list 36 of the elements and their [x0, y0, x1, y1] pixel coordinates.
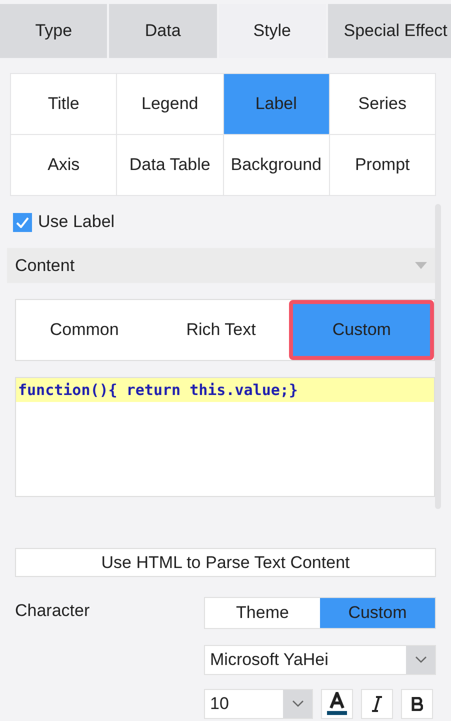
bold-icon — [411, 697, 423, 711]
font-color-icon — [326, 692, 348, 716]
tab[interactable]: Data — [109, 4, 216, 58]
bold-button[interactable] — [401, 689, 433, 719]
caret-icon — [415, 262, 427, 269]
tab[interactable]: Special Effect — [328, 4, 451, 58]
size-select[interactable]: 10 — [204, 689, 313, 719]
check-icon — [16, 216, 29, 228]
style-option[interactable]: Title — [11, 74, 116, 134]
checkbox[interactable] — [13, 212, 32, 232]
chevron-down-icon — [292, 700, 304, 708]
tab[interactable]: Type — [0, 4, 108, 58]
field-label: Character — [15, 600, 91, 622]
character-mode-option[interactable]: Custom — [320, 598, 435, 628]
content-mode-option[interactable]: Custom — [289, 300, 434, 360]
code-line: function(){ return this.value;} — [18, 380, 298, 401]
size-value: 10 — [209, 693, 230, 715]
checkbox-label: Use Label — [38, 211, 115, 234]
scrollbar[interactable] — [435, 204, 441, 509]
italic-icon — [372, 696, 382, 712]
font-select[interactable]: Microsoft YaHei — [204, 645, 436, 675]
style-option[interactable]: Background — [224, 135, 329, 195]
style-option[interactable]: Prompt — [330, 135, 435, 195]
style-option[interactable]: Legend — [117, 74, 222, 134]
content-section-header[interactable]: Content — [7, 248, 435, 283]
section-title: Content — [15, 254, 75, 277]
html-parse-button[interactable]: Use HTML to Parse Text Content — [15, 548, 436, 577]
code-editor[interactable]: function(){ return this.value;} — [15, 377, 435, 497]
font-value: Microsoft YaHei — [209, 649, 330, 671]
style-option[interactable]: Series — [330, 74, 435, 134]
style-option[interactable]: Label — [224, 74, 329, 134]
chevron-down-icon — [414, 656, 426, 664]
italic-button[interactable] — [361, 689, 393, 719]
font-color-button[interactable] — [321, 689, 353, 719]
style-option[interactable]: Data Table — [117, 135, 222, 195]
style-option[interactable]: Axis — [11, 135, 116, 195]
